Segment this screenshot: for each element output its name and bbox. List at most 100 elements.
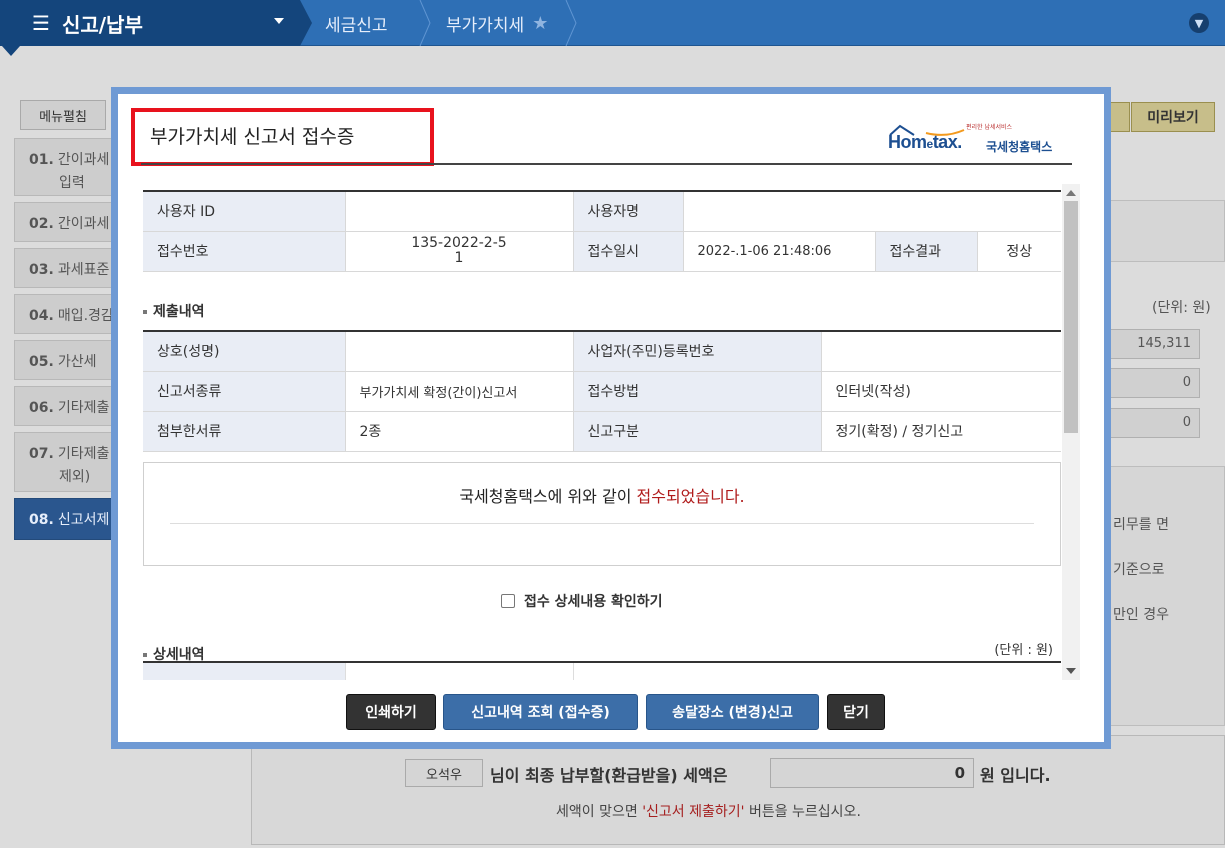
menu-expand-button[interactable]: 메뉴펼침 [20, 100, 106, 130]
breadcrumb-item-tax-filing[interactable]: 세금신고 [325, 0, 388, 46]
sidebar-item-07[interactable]: 07. 기타제출 제외) [14, 432, 124, 492]
sidebar-item-04[interactable]: 04. 매입.경감 [14, 294, 124, 334]
view-history-button[interactable]: 신고내역 조회 (접수증) [443, 694, 638, 730]
caret-down-icon [274, 18, 284, 24]
scrollbar-thumb[interactable] [1064, 201, 1078, 433]
receipt-result-value: 정상 [977, 231, 1061, 272]
receipt-result-label: 접수결과 [875, 231, 978, 272]
registration-number-label: 사업자(주민)등록번호 [573, 330, 822, 372]
logo-brand-part: Hom [888, 132, 927, 152]
sidebar-item-02[interactable]: 02. 간이과세 [14, 202, 124, 242]
submit-instruction: 세액이 맞으면 '신고서 제출하기' 버튼을 누르십시오. [556, 801, 861, 821]
receipt-scroll-area[interactable]: 사용자 ID 사용자명 접수번호 135-2022-2-5 1 접수일시 2022… [143, 184, 1080, 680]
sidebar-item-03[interactable]: 03. 과세표준 [14, 248, 124, 288]
form-type-label: 신고서종류 [143, 371, 346, 412]
unit-label: (단위: 원) [1152, 300, 1211, 316]
receipt-number-label: 접수번호 [143, 231, 346, 272]
info-text: 만인 경우 [1113, 607, 1169, 623]
receipt-method-value: 인터넷(작성) [821, 371, 1061, 412]
submission-section-title: 제출내역 [143, 301, 205, 321]
sidebar-item-label-line2: 입력 [59, 175, 85, 191]
receipt-method-label: 접수방법 [573, 371, 822, 412]
hamburger-icon: ☰ [32, 11, 50, 35]
receipt-number-value: 135-2022-2-5 1 [345, 231, 574, 272]
sidebar-item-label: 간이과세 [57, 216, 110, 232]
detail-table-column-divider [345, 663, 346, 680]
sidebar-item-06[interactable]: 06. 기타제출 [14, 386, 124, 426]
sidebar-item-label: 가산세 [57, 354, 97, 370]
checkbox-icon[interactable] [501, 594, 515, 608]
table-row: 신고서종류 부가가치세 확정(간이)신고서 접수방법 인터넷(작성) [143, 371, 1061, 412]
tax-summary-panel [251, 735, 1225, 845]
sidebar-item-number: 04. [29, 308, 54, 324]
bullet-square-icon [143, 310, 147, 314]
title-highlight-box [131, 108, 434, 166]
notice-divider [170, 523, 1034, 524]
delivery-address-button[interactable]: 송달장소 (변경)신고 [646, 694, 819, 730]
sidebar-item-01[interactable]: 01. 간이과세 입력 [14, 138, 124, 196]
sidebar-item-number: 05. [29, 354, 54, 370]
sidebar-item-05[interactable]: 05. 가산세 [14, 340, 124, 380]
sidebar-item-label: 신고서제 [57, 512, 110, 528]
section-title-text: 제출내역 [153, 304, 205, 320]
confirm-details-label: 접수 상세내용 확인하기 [524, 594, 663, 610]
final-tax-amount: 0 [770, 758, 974, 788]
notice-highlight: 접수되었습니다. [636, 487, 745, 506]
background-panel [1106, 200, 1225, 262]
table-row: 사용자 ID 사용자명 [143, 190, 1061, 232]
bullet-square-icon [143, 653, 147, 657]
summary-sentence: 님이 최종 납부할(환급받을) 세액은 [490, 766, 728, 785]
note-suffix: 버튼을 누르십시오. [744, 804, 861, 820]
detail-unit-label: (단위 : 원) [994, 643, 1053, 658]
filing-category-value: 정기(확정) / 정기신고 [821, 411, 1061, 452]
receipt-notice-message: 국세청홈택스에 위와 같이 접수되었습니다. [144, 483, 1060, 507]
chevron-down-icon[interactable]: ▼ [1189, 13, 1209, 33]
sidebar-item-number: 07. [29, 446, 54, 462]
detail-table-column-divider [573, 663, 574, 680]
info-panel [1106, 466, 1225, 726]
table-row: 상호(성명) 사업자(주민)등록번호 [143, 330, 1061, 372]
menu-title: 신고/납부 [61, 12, 143, 37]
info-text: 기준으로 [1113, 562, 1165, 578]
logo-brand: Hometax. [888, 132, 962, 153]
logo-tagline: 편리한 납세서비스 [966, 124, 1013, 131]
close-button[interactable]: 닫기 [827, 694, 885, 730]
form-type-value: 부가가치세 확정(간이)신고서 [345, 371, 574, 412]
scroll-down-arrow-icon[interactable] [1066, 668, 1076, 674]
sidebar-item-number: 02. [29, 216, 54, 232]
taxpayer-name: 오석우 [405, 759, 483, 787]
sidebar-item-label: 기타제출 [57, 400, 110, 416]
scroll-up-arrow-icon[interactable] [1066, 190, 1076, 196]
table-row: 접수번호 135-2022-2-5 1 접수일시 2022-.1-06 21:48… [143, 231, 1061, 272]
note-highlight: '신고서 제출하기' [642, 804, 745, 820]
background-button[interactable] [1108, 102, 1130, 132]
menu-dropdown[interactable]: ☰ 신고/납부 [0, 0, 312, 46]
amount-field: 145,311 [1106, 329, 1200, 359]
menu-pointer-icon [0, 46, 22, 56]
logo-brand-part: tax. [932, 132, 963, 152]
sidebar-item-label: 과세표준 [57, 262, 110, 278]
notice-prefix: 국세청홈택스에 위와 같이 [459, 487, 637, 506]
receipt-time-value: 2022-.1-06 21:48:06 [683, 231, 876, 272]
preview-button[interactable]: 미리보기 [1131, 102, 1215, 132]
receipt-time-label: 접수일시 [573, 231, 684, 272]
breadcrumb-separator-icon [564, 0, 578, 46]
user-id-value [345, 190, 574, 232]
receipt-number-line1: 135-2022-2-5 [411, 235, 507, 251]
sidebar-item-number: 01. [29, 152, 54, 168]
receipt-modal: 부가가치세 신고서 접수증 편리한 납세서비스 Hometax. 국세청홈택스 … [111, 87, 1111, 749]
breadcrumb-item-label: 부가가치세 [446, 15, 525, 36]
top-navigation-bar: ☰ 신고/납부 세금신고 부가가치세 ★ ▼ [0, 0, 1225, 46]
confirm-details-checkbox[interactable]: 접수 상세내용 확인하기 [501, 591, 663, 611]
sidebar-item-label-line2: 제외) [59, 469, 91, 485]
title-divider [141, 163, 1072, 165]
amount-field: 0 [1106, 368, 1200, 398]
breadcrumb-separator-icon [418, 0, 432, 46]
vertical-scrollbar[interactable] [1062, 184, 1080, 680]
favorite-star-icon[interactable]: ★ [532, 13, 548, 34]
breadcrumb-item-vat[interactable]: 부가가치세 ★ [446, 0, 548, 46]
print-button[interactable]: 인쇄하기 [346, 694, 436, 730]
sidebar-item-08[interactable]: 08. 신고서제 [14, 498, 124, 540]
sidebar-item-label: 간이과세 [57, 152, 110, 168]
detail-table-header-cell [143, 663, 345, 680]
